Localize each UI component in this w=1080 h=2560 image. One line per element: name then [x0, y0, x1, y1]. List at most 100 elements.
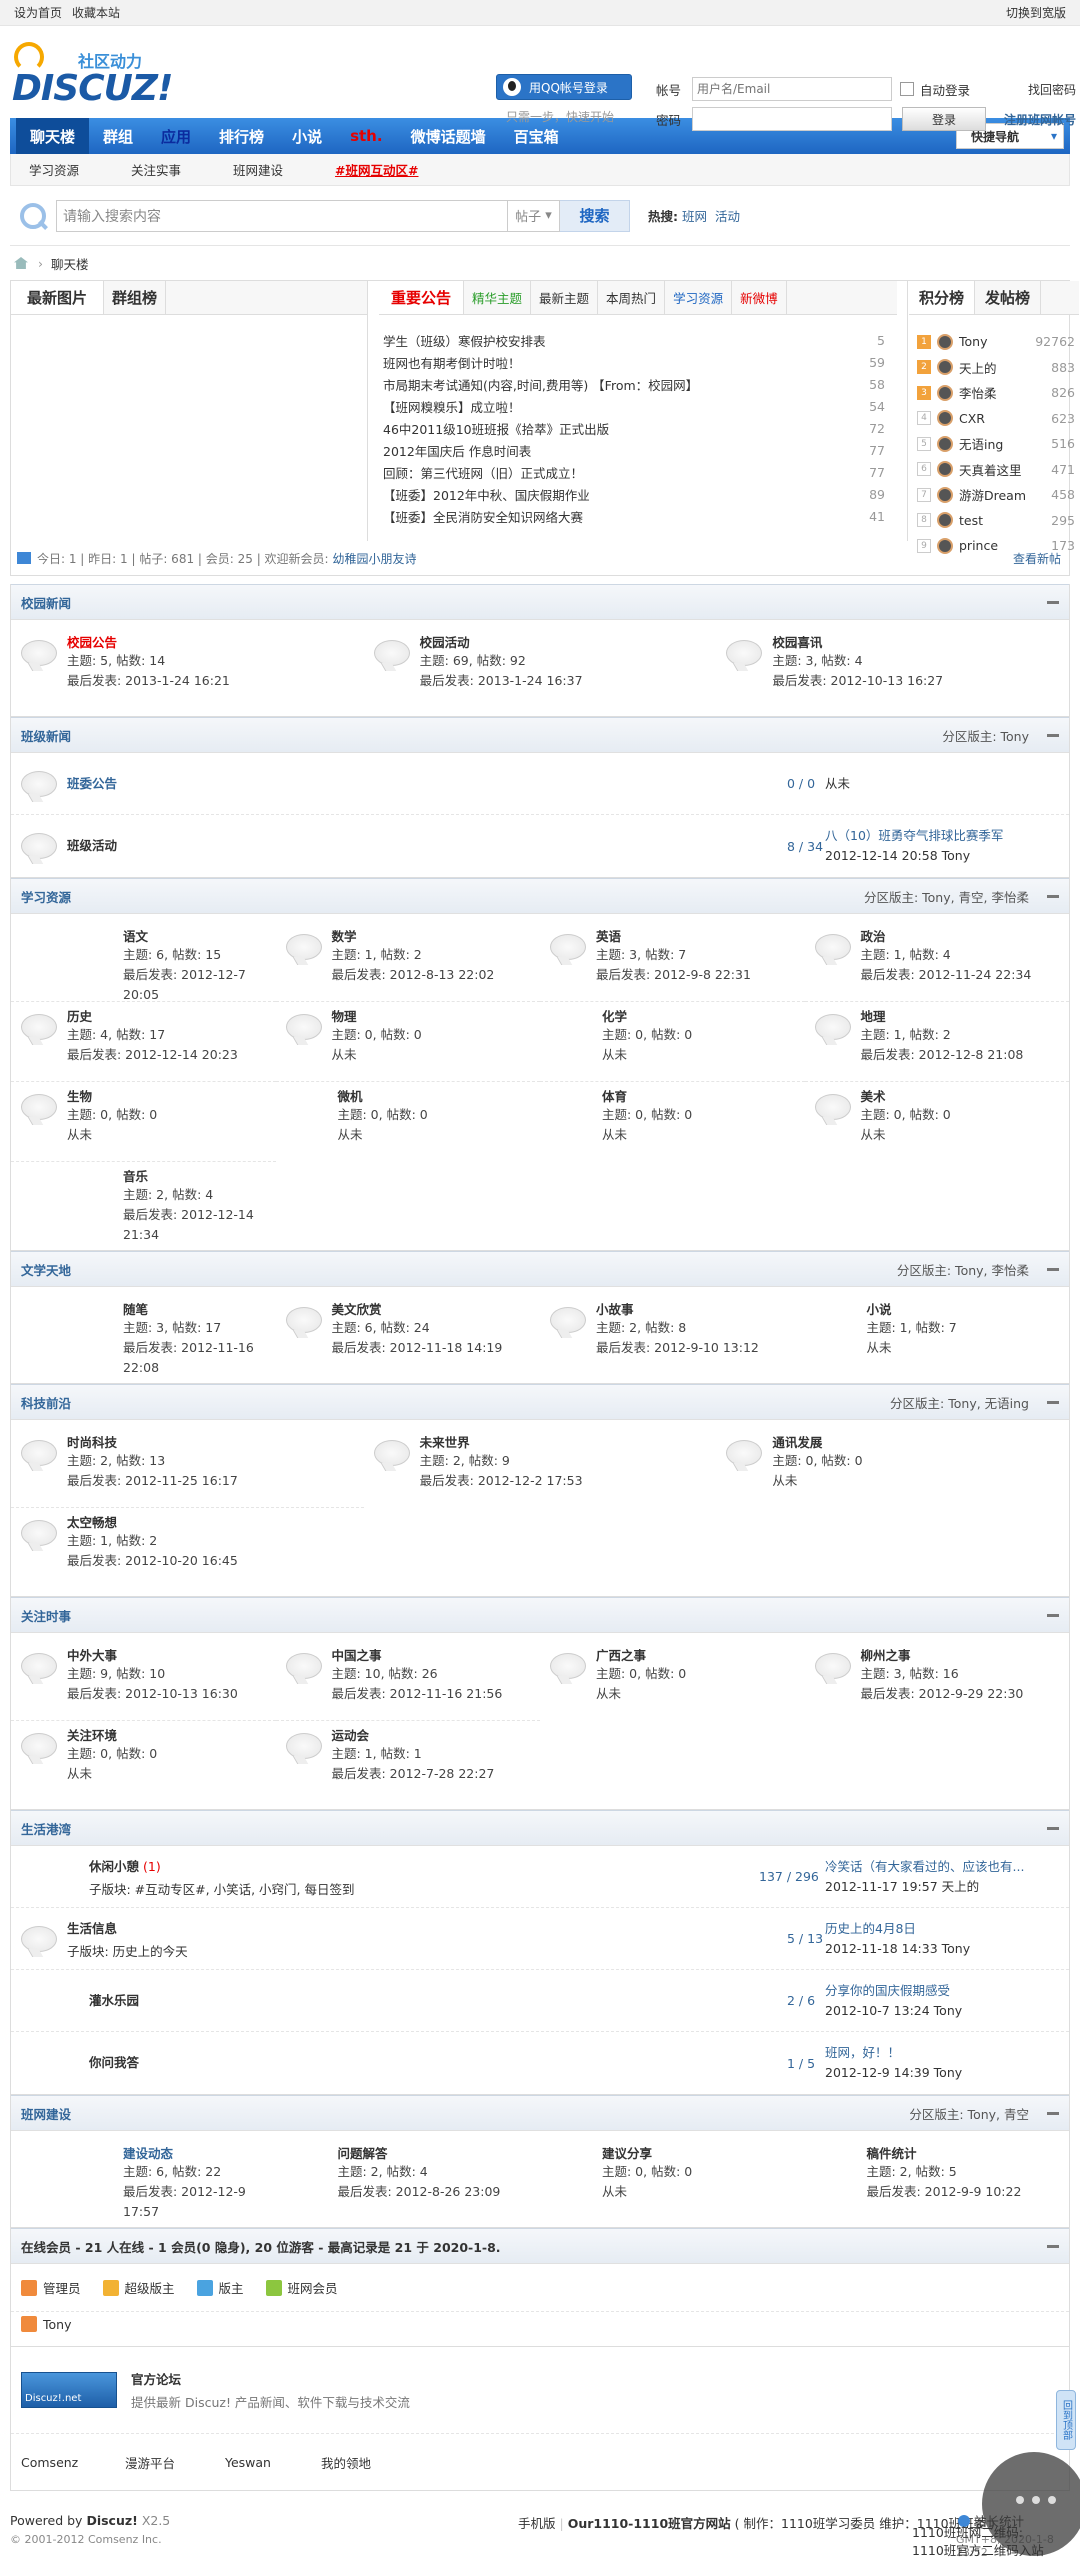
forum-last-post[interactable]: 最后发表: 2012-12-14 20:23 [67, 1045, 270, 1065]
tab-notices[interactable]: 重要公告 [379, 281, 465, 314]
auto-login-checkbox[interactable] [900, 82, 914, 96]
username-input[interactable] [692, 77, 892, 101]
switch-width-link[interactable]: 切换到宽版 [1006, 4, 1066, 21]
forum-name[interactable]: 问题解答 [338, 2143, 535, 2162]
category-title[interactable]: 校园新闻 [21, 593, 71, 612]
forum-name[interactable]: 校园喜讯 [772, 632, 1063, 651]
rank-item[interactable]: 5 无语ing 516 [917, 431, 1075, 457]
link-item[interactable]: 漫游平台 [125, 2453, 225, 2472]
forum-name[interactable]: 英语 [596, 926, 799, 945]
search-button[interactable]: 搜索 [560, 199, 630, 232]
forum-name[interactable]: 生物 [67, 1086, 270, 1105]
forum-name[interactable]: 班委公告 [67, 776, 117, 791]
category-title[interactable]: 班级新闻 [21, 726, 71, 745]
avatar[interactable] [937, 461, 953, 478]
forum-last-post[interactable]: 最后发表: 2013-1-24 16:21 [67, 671, 358, 691]
collapse-icon[interactable] [1047, 894, 1059, 898]
search-input[interactable]: 请输入搜索内容 [56, 199, 508, 232]
nav-item-novel[interactable]: 小说 [278, 118, 336, 154]
forum-name[interactable]: 中国之事 [332, 1645, 535, 1664]
password-input[interactable] [692, 107, 892, 131]
forum-last-post[interactable]: 从未 [861, 1125, 1064, 1145]
avatar[interactable] [937, 333, 953, 350]
forum-name[interactable]: 地理 [861, 1006, 1064, 1025]
forum-last-post[interactable]: 最后发表: 2013-1-24 16:37 [420, 671, 711, 691]
nav-item-ranking[interactable]: 排行榜 [205, 118, 278, 154]
forum-name[interactable]: 化学 [602, 1006, 799, 1025]
forum-last-post[interactable]: 最后发表: 2012-11-24 22:34 [861, 965, 1064, 985]
forum-name[interactable]: 时尚科技 [67, 1432, 358, 1451]
avatar[interactable] [937, 384, 953, 401]
notice-title[interactable]: 学生（班级）寒假护校安排表 [383, 331, 546, 350]
forum-last-post[interactable]: 从未 [67, 1764, 270, 1784]
forum-name[interactable]: 广西之事 [596, 1645, 799, 1664]
last-post-title[interactable]: 从未 [825, 774, 850, 794]
forum-last-post[interactable]: 最后发表: 2012-11-16 22:08 [123, 1338, 270, 1378]
rank-user[interactable]: Tony [959, 334, 987, 349]
mobile-link[interactable]: 手机版 [518, 2516, 556, 2531]
forum-last-post[interactable]: 从未 [867, 1338, 1064, 1358]
rank-user[interactable]: 无语ing [959, 434, 1003, 453]
forum-name[interactable]: 稿件统计 [867, 2143, 1064, 2162]
subnav-news[interactable]: 关注实事 [131, 160, 181, 179]
forum-last-post[interactable]: 最后发表: 2012-12-7 20:05 [123, 965, 270, 1005]
forum-last-post[interactable]: 最后发表: 2012-9-8 22:31 [596, 965, 799, 985]
subnav-study[interactable]: 学习资源 [29, 160, 79, 179]
forum-name[interactable]: 体育 [602, 1086, 799, 1105]
rank-user[interactable]: 游游Dream [959, 485, 1026, 504]
forum-name[interactable]: 中外大事 [67, 1645, 270, 1664]
forum-last-post[interactable]: 从未 [338, 1125, 535, 1145]
forum-last-post[interactable]: 最后发表: 2012-11-25 16:17 [67, 1471, 358, 1491]
tab-weekly-hot[interactable]: 本周热门 [598, 281, 666, 314]
category-title[interactable]: 生活港湾 [21, 1819, 71, 1838]
rank-item[interactable]: 4 CXR 623 [917, 406, 1075, 432]
notice-title[interactable]: 2012年国庆后 作息时间表 [383, 441, 531, 460]
forum-last-post[interactable]: 最后发表: 2012-12-14 21:34 [123, 1205, 270, 1245]
subforums[interactable]: 子版块: 历史上的今天 [67, 1941, 188, 1960]
tab-digest[interactable]: 精华主题 [464, 281, 532, 314]
forum-last-post[interactable]: 最后发表: 2012-11-16 21:56 [332, 1684, 535, 1704]
tab-study[interactable]: 学习资源 [665, 281, 733, 314]
forum-last-post[interactable]: 最后发表: 2012-12-2 17:53 [420, 1471, 711, 1491]
notice-title[interactable]: 46中2011级10班班报《拾萃》正式出版 [383, 419, 609, 438]
rank-item[interactable]: 6 天真着这里 471 [917, 457, 1075, 483]
forum-name[interactable]: 小故事 [596, 1299, 799, 1318]
home-icon[interactable] [14, 257, 28, 269]
notice-item[interactable]: 【班网糗糗乐】成立啦！ 54 [383, 395, 885, 417]
forum-name[interactable]: 太空畅想 [67, 1512, 358, 1531]
forum-name[interactable]: 数学 [332, 926, 535, 945]
site-logo[interactable]: 社区动力 DISCUZ! [12, 38, 173, 109]
forum-name[interactable]: 通讯发展 [772, 1432, 1063, 1451]
forum-name[interactable]: 生活信息 [67, 1921, 117, 1936]
discuz-badge[interactable]: Discuz!.net [21, 2372, 117, 2408]
collapse-icon[interactable] [1047, 1826, 1059, 1830]
collapse-icon[interactable] [1047, 600, 1059, 604]
forum-name[interactable]: 运动会 [332, 1725, 535, 1744]
rank-user[interactable]: 李怡柔 [959, 383, 997, 402]
avatar[interactable] [937, 410, 953, 427]
notice-title[interactable]: 【班委】2012年中秋、国庆假期作业 [383, 485, 590, 504]
notice-title[interactable]: 市局期末考试通知(内容,时间,费用等) 【From：校园网】 [383, 375, 698, 394]
new-member-link[interactable]: 幼稚园小朋友诗 [332, 550, 416, 567]
forum-name[interactable]: 小说 [867, 1299, 1064, 1318]
last-post-title[interactable]: 冷笑话（有大家看过的、应该也有... [825, 1857, 1024, 1877]
forum-last-post[interactable]: 从未 [67, 1125, 270, 1145]
official-title[interactable]: 官方论坛 [131, 2369, 410, 2388]
forum-name[interactable]: 微机 [338, 1086, 535, 1105]
last-post-title[interactable]: 分享你的国庆假期感受 [825, 1981, 962, 2001]
product-link[interactable]: Discuz! [86, 2513, 137, 2528]
forum-last-post[interactable]: 最后发表: 2012-12-9 17:57 [123, 2182, 270, 2222]
category-title[interactable]: 文学天地 [21, 1260, 71, 1279]
forum-name[interactable]: 政治 [861, 926, 1064, 945]
forum-name[interactable]: 建设动态 [123, 2143, 270, 2162]
category-title[interactable]: 班网建设 [21, 2104, 71, 2123]
login-button[interactable]: 登录 [902, 107, 986, 131]
bookmark-link[interactable]: 收藏本站 [72, 6, 120, 20]
rank-user[interactable]: 天上的 [959, 358, 997, 377]
qq-login-button[interactable]: 用QQ帐号登录 [496, 74, 632, 100]
last-post-title[interactable]: 历史上的4月8日 [825, 1919, 970, 1939]
nav-item-chat[interactable]: 聊天楼 [16, 118, 90, 154]
tab-latest-images[interactable]: 最新图片 [11, 281, 105, 314]
notice-item[interactable]: 【班委】2012年中秋、国庆假期作业 89 [383, 483, 885, 505]
tab-points[interactable]: 积分榜 [909, 281, 976, 314]
